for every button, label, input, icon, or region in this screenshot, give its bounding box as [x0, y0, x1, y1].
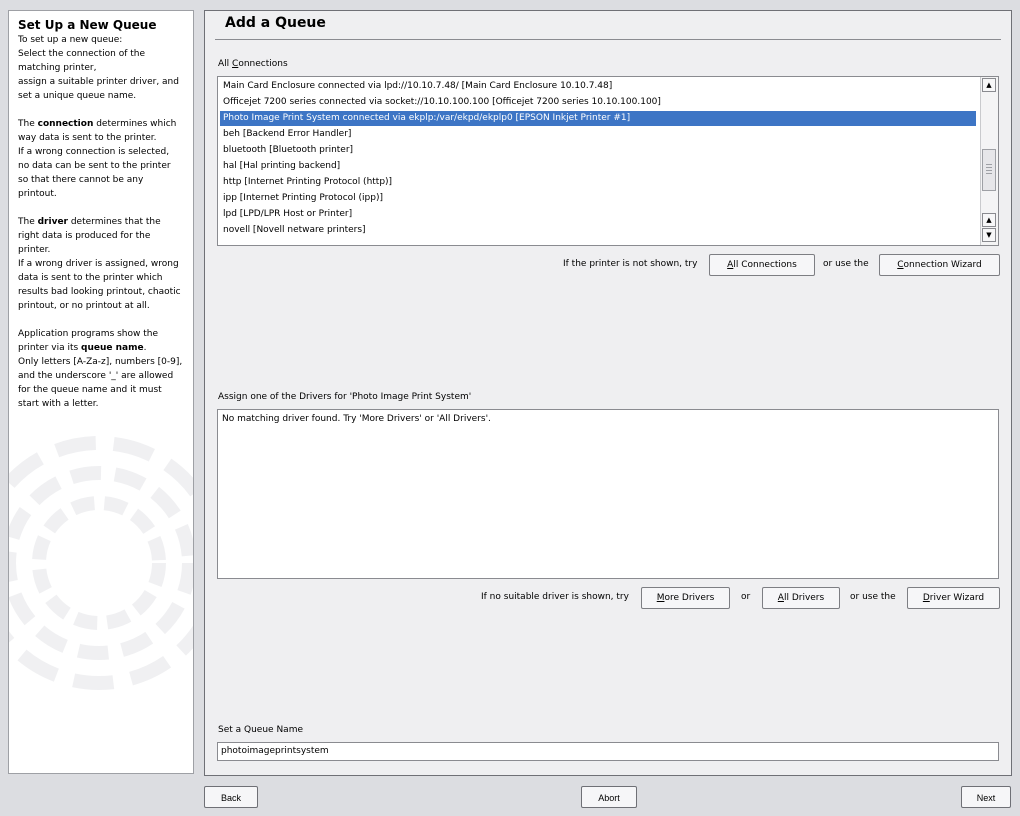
connection-hint: If the printer is not shown, try	[563, 259, 698, 269]
list-item[interactable]: lpd [LPD/LPR Host or Printer]	[220, 207, 352, 222]
title-divider	[215, 39, 1001, 40]
scroll-up-icon[interactable]: ▲	[982, 78, 996, 92]
help-queue-name: Application programs show the printer vi…	[18, 329, 183, 409]
scroll-down-icon[interactable]: ▼	[982, 228, 996, 242]
queue-name-input[interactable]: photoimageprintsystem	[217, 742, 999, 761]
queue-name-label: Set a Queue Name	[218, 725, 303, 735]
connections-list[interactable]: Main Card Enclosure connected via lpd://…	[217, 76, 999, 246]
background-swirl	[9, 436, 193, 690]
or-use-the-label: or use the	[850, 592, 896, 602]
help-driver: The driver determines that the right dat…	[18, 217, 181, 311]
or-use-the-label: or use the	[823, 259, 869, 269]
driver-wizard-button[interactable]: Driver Wizard	[907, 587, 1000, 609]
list-item[interactable]: ipp [Internet Printing Protocol (ipp)]	[220, 191, 383, 206]
all-drivers-button[interactable]: All Drivers	[762, 587, 840, 609]
list-item-selected[interactable]: Photo Image Print System connected via e…	[220, 111, 976, 126]
list-item[interactable]: http [Internet Printing Protocol (http)]	[220, 175, 392, 190]
next-button[interactable]: Next	[961, 786, 1011, 808]
page-title: Add a Queue	[225, 15, 326, 31]
help-title: Set Up a New Queue	[18, 18, 157, 32]
driver-hint: If no suitable driver is shown, try	[481, 592, 629, 602]
list-item[interactable]: beh [Backend Error Handler]	[220, 127, 351, 142]
help-intro: To set up a new queue: Select the connec…	[18, 35, 179, 101]
list-item[interactable]: hal [Hal printing backend]	[220, 159, 340, 174]
scroll-up-icon[interactable]: ▲	[982, 213, 996, 227]
list-item[interactable]: bluetooth [Bluetooth printer]	[220, 143, 353, 158]
back-button[interactable]: Back	[204, 786, 258, 808]
abort-button[interactable]: Abort	[581, 786, 637, 808]
all-connections-button[interactable]: All Connections	[709, 254, 815, 276]
scroll-thumb[interactable]	[982, 149, 996, 191]
or-label: or	[741, 592, 751, 602]
main-panel: Add a Queue All Connections Main Card En…	[204, 10, 1012, 776]
help-panel: Set Up a New Queue To set up a new queue…	[8, 10, 194, 774]
list-item[interactable]: Main Card Enclosure connected via lpd://…	[220, 79, 612, 94]
help-connection: The connection determines which way data…	[18, 119, 177, 199]
list-item[interactable]: Officejet 7200 series connected via sock…	[220, 95, 661, 110]
drivers-label: Assign one of the Drivers for 'Photo Ima…	[218, 392, 472, 402]
connections-label: All Connections	[218, 59, 288, 69]
drivers-list[interactable]: No matching driver found. Try 'More Driv…	[217, 409, 999, 579]
list-item[interactable]: novell [Novell netware printers]	[220, 223, 366, 238]
connection-wizard-button[interactable]: Connection Wizard	[879, 254, 1000, 276]
connections-scrollbar[interactable]: ▲ ▲ ▼	[980, 77, 998, 245]
more-drivers-button[interactable]: More Drivers	[641, 587, 730, 609]
grip-icon	[986, 164, 992, 176]
driver-message: No matching driver found. Try 'More Driv…	[222, 414, 491, 424]
